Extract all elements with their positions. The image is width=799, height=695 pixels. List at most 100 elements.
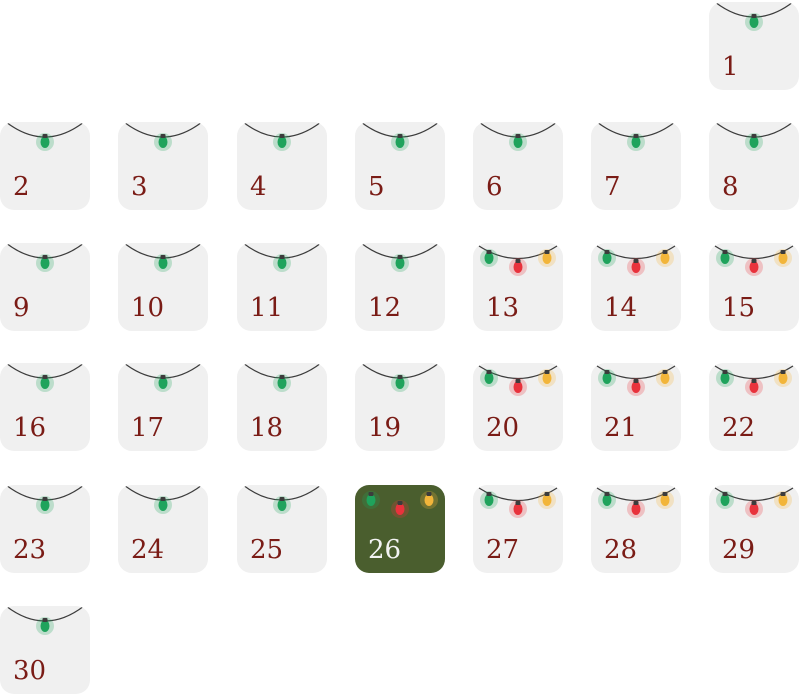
- day-number: 2: [13, 172, 30, 202]
- string-lights: [123, 485, 203, 514]
- day-tile-17[interactable]: 17: [118, 363, 208, 451]
- string-lights: [478, 487, 558, 518]
- string-lights: [123, 122, 203, 151]
- day-tile-6[interactable]: 6: [473, 122, 563, 210]
- green-bulb-icon: [480, 249, 498, 267]
- day-tile-28[interactable]: 28: [591, 485, 681, 573]
- string-lights: [714, 122, 794, 151]
- green-bulb-icon: [154, 254, 172, 272]
- string-lights: [478, 245, 558, 276]
- day-number: 15: [722, 293, 756, 323]
- yellow-bulb-icon: [774, 249, 792, 267]
- day-tile-26[interactable]: 26: [355, 485, 445, 573]
- day-tile-10[interactable]: 10: [118, 243, 208, 331]
- day-tile-22[interactable]: 22: [709, 363, 799, 451]
- day-tile-16[interactable]: 16: [0, 363, 90, 451]
- day-tile-4[interactable]: 4: [237, 122, 327, 210]
- day-number: 10: [131, 293, 165, 323]
- day-tile-7[interactable]: 7: [591, 122, 681, 210]
- day-tile-19[interactable]: 19: [355, 363, 445, 451]
- day-number: 4: [250, 172, 267, 202]
- string-lights: [596, 365, 676, 396]
- red-bulb-icon: [627, 258, 645, 276]
- yellow-bulb-icon: [538, 369, 556, 387]
- day-number: 28: [604, 535, 638, 565]
- red-bulb-icon: [745, 378, 763, 396]
- day-tile-1[interactable]: 1: [709, 2, 799, 90]
- day-tile-3[interactable]: 3: [118, 122, 208, 210]
- green-bulb-icon: [36, 374, 54, 392]
- string-lights: [5, 485, 85, 514]
- day-number: 27: [486, 535, 520, 565]
- day-tile-5[interactable]: 5: [355, 122, 445, 210]
- day-tile-11[interactable]: 11: [237, 243, 327, 331]
- day-tile-2[interactable]: 2: [0, 122, 90, 210]
- day-tile-8[interactable]: 8: [709, 122, 799, 210]
- green-bulb-icon: [36, 617, 54, 635]
- day-tile-18[interactable]: 18: [237, 363, 327, 451]
- day-tile-30[interactable]: 30: [0, 606, 90, 694]
- day-number: 19: [368, 413, 402, 443]
- green-bulb-icon: [36, 254, 54, 272]
- red-bulb-icon: [391, 500, 409, 518]
- day-tile-20[interactable]: 20: [473, 363, 563, 451]
- string-lights: [360, 363, 440, 392]
- advent-calendar: 1 2 3 4 5 6 7 8 9 10 11 12 13 14 15 16 17 18 19 20 21 22 23 24 2…: [0, 0, 799, 695]
- string-lights: [5, 122, 85, 151]
- day-number: 1: [722, 52, 739, 82]
- day-tile-24[interactable]: 24: [118, 485, 208, 573]
- string-lights: [242, 122, 322, 151]
- green-bulb-icon: [716, 249, 734, 267]
- day-tile-21[interactable]: 21: [591, 363, 681, 451]
- day-number: 16: [13, 413, 47, 443]
- string-lights: [596, 122, 676, 151]
- green-bulb-icon: [745, 133, 763, 151]
- string-lights: [360, 122, 440, 151]
- day-tile-27[interactable]: 27: [473, 485, 563, 573]
- day-tile-12[interactable]: 12: [355, 243, 445, 331]
- day-number: 7: [604, 172, 621, 202]
- green-bulb-icon: [391, 374, 409, 392]
- green-bulb-icon: [154, 133, 172, 151]
- day-number: 25: [250, 535, 284, 565]
- green-bulb-icon: [273, 374, 291, 392]
- yellow-bulb-icon: [656, 491, 674, 509]
- green-bulb-icon: [627, 133, 645, 151]
- green-bulb-icon: [598, 369, 616, 387]
- green-bulb-icon: [745, 13, 763, 31]
- day-tile-29[interactable]: 29: [709, 485, 799, 573]
- yellow-bulb-icon: [656, 369, 674, 387]
- day-tile-25[interactable]: 25: [237, 485, 327, 573]
- day-number: 3: [131, 172, 148, 202]
- green-bulb-icon: [598, 249, 616, 267]
- yellow-bulb-icon: [656, 249, 674, 267]
- green-bulb-icon: [36, 496, 54, 514]
- green-bulb-icon: [480, 369, 498, 387]
- green-bulb-icon: [36, 133, 54, 151]
- day-tile-15[interactable]: 15: [709, 243, 799, 331]
- day-number: 20: [486, 413, 520, 443]
- day-number: 21: [604, 413, 638, 443]
- day-number: 22: [722, 413, 756, 443]
- string-lights: [242, 243, 322, 272]
- day-number: 9: [13, 293, 30, 323]
- string-lights: [478, 365, 558, 396]
- day-tile-14[interactable]: 14: [591, 243, 681, 331]
- string-lights: [5, 606, 85, 635]
- day-number: 17: [131, 413, 165, 443]
- string-lights: [360, 243, 440, 272]
- green-bulb-icon: [154, 496, 172, 514]
- string-lights: [242, 485, 322, 514]
- green-bulb-icon: [273, 133, 291, 151]
- day-number: 23: [13, 535, 47, 565]
- day-number: 14: [604, 293, 638, 323]
- yellow-bulb-icon: [538, 491, 556, 509]
- day-tile-23[interactable]: 23: [0, 485, 90, 573]
- green-bulb-icon: [391, 254, 409, 272]
- red-bulb-icon: [509, 500, 527, 518]
- day-tile-9[interactable]: 9: [0, 243, 90, 331]
- string-lights: [123, 363, 203, 392]
- green-bulb-icon: [273, 496, 291, 514]
- day-tile-13[interactable]: 13: [473, 243, 563, 331]
- yellow-bulb-icon: [420, 491, 438, 509]
